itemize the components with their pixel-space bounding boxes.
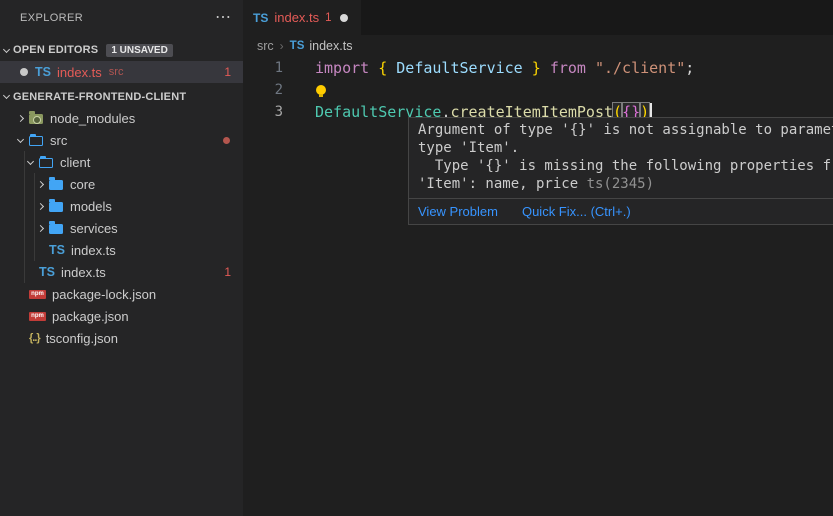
code-token: } — [532, 59, 541, 77]
lightbulb-icon[interactable] — [316, 85, 326, 95]
hover-message: Argument of type '{}' is not assignable … — [409, 118, 833, 198]
modified-dot-icon — [20, 68, 28, 76]
error-code: ts(2345) — [587, 176, 654, 192]
quick-fix-link[interactable]: Quick Fix... (Ctrl+.) — [522, 204, 631, 219]
tree-item-models[interactable]: models — [0, 195, 243, 217]
tree-item-label: models — [70, 199, 112, 214]
open-editors-label: OPEN EDITORS — [13, 44, 98, 56]
error-count-badge: 1 — [224, 65, 231, 79]
breadcrumb-separator-icon: › — [280, 39, 284, 53]
file-tree: node_modules src client core — [0, 107, 243, 349]
breadcrumb-folder[interactable]: src — [257, 39, 274, 53]
tree-item-src-index-ts[interactable]: TS index.ts 1 — [0, 261, 243, 283]
code-area[interactable]: 1 import { DefaultService } from "./clie… — [243, 57, 833, 123]
typescript-file-icon: TS — [253, 11, 268, 25]
chevron-down-icon — [17, 135, 24, 142]
tree-item-label: client — [60, 155, 90, 170]
tab-index-ts[interactable]: TS index.ts 1 — [243, 0, 361, 35]
node-modules-folder-icon — [29, 114, 43, 124]
project-name-label: GENERATE-FRONTEND-CLIENT — [13, 91, 186, 103]
tree-item-services[interactable]: services — [0, 217, 243, 239]
code-token: import — [315, 59, 369, 77]
folder-icon — [49, 180, 63, 190]
error-count-badge: 1 — [224, 265, 231, 279]
vscode-window: EXPLORER ⋯ OPEN EDITORS 1 UNSAVED TS ind… — [0, 0, 833, 516]
open-editor-folder-hint: src — [109, 66, 124, 78]
tree-item-package-lock-json[interactable]: npm package-lock.json — [0, 283, 243, 305]
tree-item-label: services — [70, 221, 118, 236]
tree-item-core[interactable]: core — [0, 173, 243, 195]
typescript-file-icon: TS — [290, 40, 305, 52]
explorer-title: EXPLORER — [20, 12, 83, 24]
tree-item-tsconfig-json[interactable]: {..} tsconfig.json — [0, 327, 243, 349]
code-token: ; — [685, 59, 694, 77]
breadcrumb-file[interactable]: index.ts — [309, 39, 352, 53]
tree-item-client[interactable]: client — [0, 151, 243, 173]
tree-item-label: core — [70, 177, 95, 192]
code-token: { — [378, 59, 387, 77]
tree-item-label: package.json — [52, 309, 129, 324]
chevron-right-icon — [37, 202, 44, 209]
tab-filename: index.ts — [274, 10, 319, 25]
editor-area[interactable]: TS index.ts 1 src › TS index.ts 1 import… — [243, 0, 833, 516]
explorer-sidebar: EXPLORER ⋯ OPEN EDITORS 1 UNSAVED TS ind… — [0, 0, 243, 516]
tree-item-label: package-lock.json — [52, 287, 156, 302]
npm-icon: npm — [29, 290, 46, 299]
tree-item-label: index.ts — [61, 265, 106, 280]
chevron-right-icon — [17, 114, 24, 121]
project-section-header[interactable]: GENERATE-FRONTEND-CLIENT — [0, 86, 243, 107]
typescript-file-icon: TS — [39, 265, 55, 279]
chevron-down-icon — [3, 45, 10, 52]
json-braces-icon: {..} — [29, 332, 40, 344]
chevron-down-icon — [27, 157, 34, 164]
breadcrumb: src › TS index.ts — [243, 35, 833, 57]
indent-guide — [24, 151, 25, 283]
modified-indicator-dot — [223, 137, 230, 144]
code-line-1: 1 import { DefaultService } from "./clie… — [243, 57, 833, 79]
npm-icon: npm — [29, 312, 46, 321]
hover-message-line: type 'Item'. — [418, 139, 833, 157]
tree-item-label: src — [50, 133, 67, 148]
chevron-down-icon — [3, 92, 10, 99]
open-folder-icon — [29, 136, 43, 146]
code-token: "./client" — [595, 59, 685, 77]
unsaved-count-badge: 1 UNSAVED — [106, 44, 173, 57]
tree-item-src[interactable]: src — [0, 129, 243, 151]
line-number: 2 — [243, 82, 283, 98]
hover-error-tooltip: Argument of type '{}' is not assignable … — [408, 117, 833, 225]
tree-item-package-json[interactable]: npm package.json — [0, 305, 243, 327]
sidebar-header: EXPLORER ⋯ — [0, 0, 243, 36]
hover-actions: View Problem Quick Fix... (Ctrl+.) — [409, 198, 833, 224]
tree-item-client-index-ts[interactable]: TS index.ts — [0, 239, 243, 261]
hover-message-line: Argument of type '{}' is not assignable … — [418, 121, 833, 139]
view-problem-link[interactable]: View Problem — [418, 204, 498, 219]
chevron-right-icon — [37, 224, 44, 231]
tab-bar: TS index.ts 1 — [243, 0, 833, 35]
hover-message-line: Type '{}' is missing the following prope… — [418, 157, 833, 175]
indent-guide — [34, 173, 35, 261]
open-editors-section-header[interactable]: OPEN EDITORS 1 UNSAVED — [0, 39, 243, 61]
unsaved-dot-icon[interactable] — [340, 14, 348, 22]
line-number: 1 — [243, 60, 283, 76]
tree-item-label: tsconfig.json — [46, 331, 118, 346]
typescript-file-icon: TS — [49, 243, 65, 257]
tab-error-count: 1 — [325, 12, 331, 24]
code-token: DefaultService — [396, 59, 522, 77]
code-token: from — [550, 59, 586, 77]
folder-icon — [49, 202, 63, 212]
tree-item-label: node_modules — [50, 111, 135, 126]
open-editor-filename: index.ts — [57, 65, 102, 80]
code-line-2: 2 — [243, 79, 833, 101]
typescript-file-icon: TS — [35, 65, 51, 79]
open-editor-item[interactable]: TS index.ts src 1 — [0, 61, 243, 83]
open-folder-icon — [39, 158, 53, 168]
folder-icon — [49, 224, 63, 234]
tree-item-node-modules[interactable]: node_modules — [0, 107, 243, 129]
line-number: 3 — [243, 104, 283, 120]
tree-item-label: index.ts — [71, 243, 116, 258]
more-actions-icon[interactable]: ⋯ — [215, 13, 231, 23]
hover-message-line: 'Item': name, price — [418, 176, 587, 192]
chevron-right-icon — [37, 180, 44, 187]
